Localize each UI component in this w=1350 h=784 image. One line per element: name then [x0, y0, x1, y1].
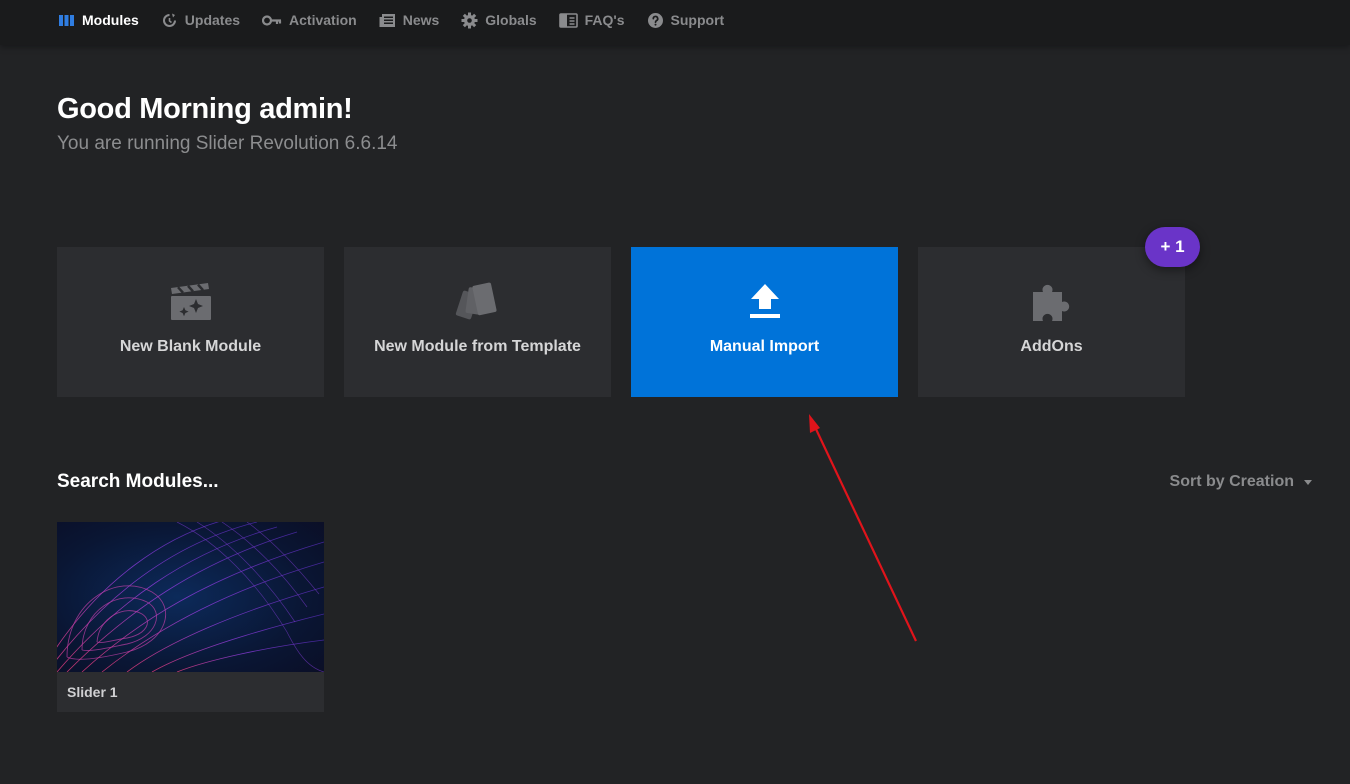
search-modules-title[interactable]: Search Modules... — [57, 471, 219, 493]
nav-support[interactable]: Support — [647, 0, 725, 40]
puzzle-icon — [918, 280, 1185, 324]
updates-icon — [161, 12, 178, 29]
news-icon — [379, 12, 396, 29]
main-nav: Modules Updates Activation News Globals — [58, 0, 746, 40]
nav-news[interactable]: News — [379, 0, 440, 40]
module-name: Slider 1 — [67, 684, 118, 700]
sort-dropdown[interactable]: Sort by Creation — [1170, 473, 1312, 491]
nav-activation-label: Activation — [289, 12, 357, 28]
support-icon — [647, 12, 664, 29]
nav-activation[interactable]: Activation — [262, 0, 357, 40]
nav-updates-label: Updates — [184, 12, 241, 28]
sort-label: Sort by Creation — [1169, 473, 1294, 490]
page-title: Good Morning admin! — [57, 93, 353, 125]
nav-updates[interactable]: Updates — [161, 0, 240, 40]
nav-news-label: News — [402, 12, 440, 28]
addons-count-badge: + 1 — [1145, 227, 1200, 267]
clapperboard-sparkle-icon — [57, 280, 324, 324]
nav-globals-label: Globals — [485, 12, 537, 28]
addons-label: AddOns — [1020, 338, 1083, 355]
nav-modules-label: Modules — [82, 12, 139, 28]
nav-modules[interactable]: Modules — [58, 0, 139, 40]
nav-faq-label: FAQ's — [584, 12, 625, 28]
addons-button[interactable]: AddOns — [918, 247, 1185, 397]
new-module-from-template-label: New Module from Template — [374, 338, 581, 355]
caret-down-icon — [1304, 479, 1312, 485]
manual-import-button[interactable]: Manual Import — [631, 247, 898, 397]
manual-import-label: Manual Import — [709, 338, 820, 355]
nav-faq[interactable]: FAQ's — [558, 0, 625, 40]
new-blank-module-button[interactable]: New Blank Module — [57, 247, 324, 397]
new-blank-module-label: New Blank Module — [119, 338, 262, 355]
template-cards-icon — [344, 280, 611, 324]
new-module-from-template-button[interactable]: New Module from Template — [344, 247, 611, 397]
upload-icon — [631, 280, 898, 324]
nav-support-label: Support — [670, 12, 725, 28]
module-thumbnail — [57, 522, 324, 672]
top-navigation-bar: Modules Updates Activation News Globals — [0, 0, 1350, 45]
module-card[interactable]: Slider 1 — [57, 522, 324, 712]
key-icon — [262, 12, 282, 29]
nav-globals[interactable]: Globals — [461, 0, 537, 40]
gear-icon — [461, 12, 478, 29]
version-subtitle: You are running Slider Revolution 6.6.14 — [57, 133, 398, 154]
faq-icon — [558, 12, 578, 29]
modules-icon — [58, 12, 75, 29]
